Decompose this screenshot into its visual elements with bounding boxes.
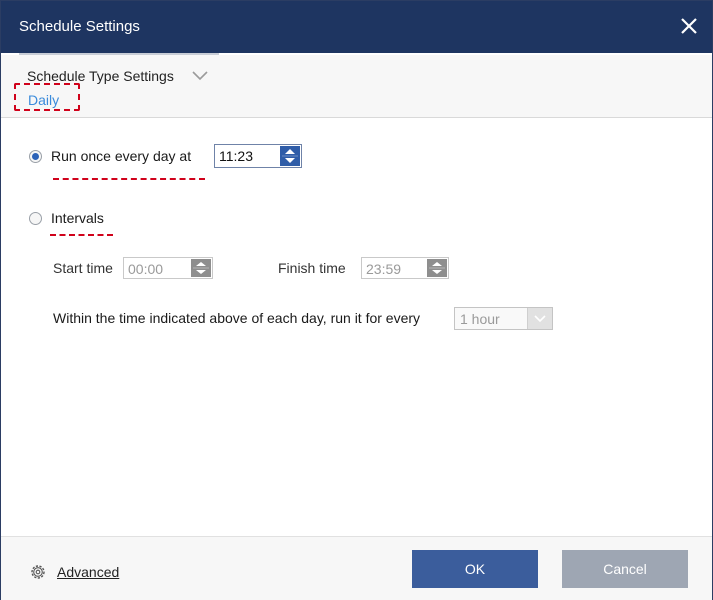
close-icon [681,18,697,34]
spin-arrows-icon [282,149,298,163]
dialog-footer: Advanced OK Cancel [1,536,712,600]
chevron-down-icon[interactable] [192,71,208,81]
schedule-type-section: Schedule Type Settings Daily [1,55,712,118]
interval-frequency-select[interactable]: 1 hour [454,307,553,330]
time-spin-buttons[interactable] [280,146,300,166]
run-once-time-stepper[interactable]: 11:23 [214,144,302,168]
schedule-type-daily[interactable]: Daily [28,92,59,108]
spin-arrows-icon [429,262,445,274]
dialog-title: Schedule Settings [19,18,140,35]
dropdown-button[interactable] [527,308,552,329]
intervals-radio[interactable] [29,212,42,225]
start-time-value[interactable]: 00:00 [128,261,163,277]
finish-time-spin-buttons[interactable] [427,259,447,277]
start-time-stepper[interactable]: 00:00 [123,257,213,279]
gear-icon[interactable] [29,563,47,581]
chevron-down-icon [534,315,546,323]
finish-time-label: Finish time [278,260,346,276]
spin-arrows-icon [193,262,209,274]
interval-frequency-value[interactable]: 1 hour [460,311,500,327]
start-time-label: Start time [53,260,113,276]
intervals-label[interactable]: Intervals [51,210,104,226]
run-once-time-value[interactable]: 11:23 [219,148,253,164]
run-once-radio[interactable] [29,150,42,163]
title-bar: Schedule Settings [1,1,712,53]
finish-time-stepper[interactable]: 23:59 [361,257,449,279]
cancel-button[interactable]: Cancel [562,550,688,588]
annotation-underline [50,234,113,236]
interval-frequency-label: Within the time indicated above of each … [53,310,421,326]
ok-button[interactable]: OK [412,550,538,588]
start-time-spin-buttons[interactable] [191,259,211,277]
close-button[interactable] [676,13,702,39]
schedule-type-dropdown[interactable]: Schedule Type Settings [27,68,174,84]
run-once-label[interactable]: Run once every day at [51,148,191,164]
schedule-settings-dialog: Schedule Settings Schedule Type Settings… [0,0,713,600]
finish-time-value[interactable]: 23:59 [366,261,401,277]
advanced-link[interactable]: Advanced [57,564,119,580]
annotation-underline [53,178,205,180]
